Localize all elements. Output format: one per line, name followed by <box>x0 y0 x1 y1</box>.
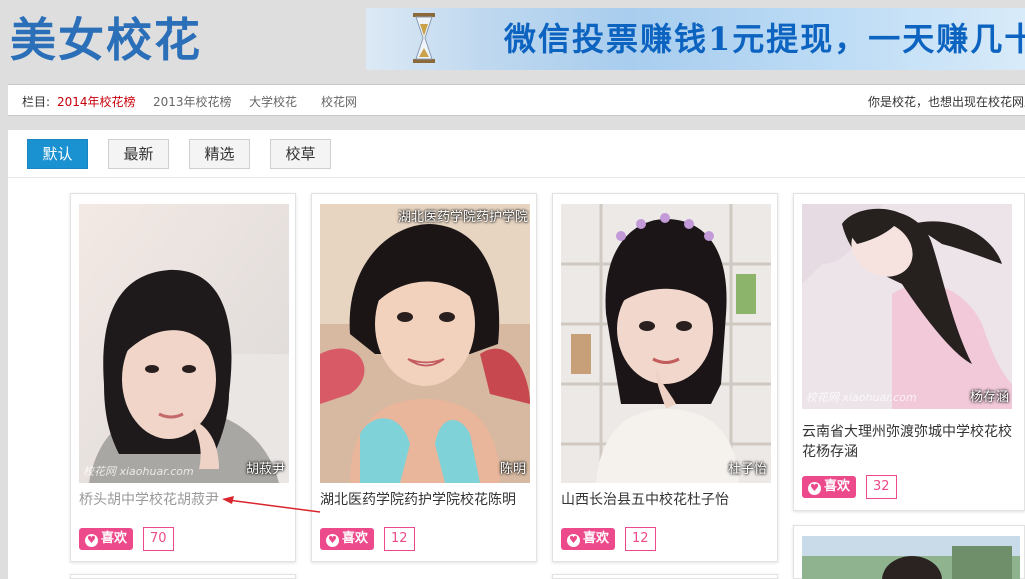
banner-text: 微信投票赚钱1元提现，一天赚几十元 <box>504 20 1025 58</box>
like-button[interactable]: ♥ 喜欢 <box>561 528 616 550</box>
photo-caption: 陈明 <box>499 462 526 477</box>
profile-photo[interactable]: 校花网 xiaohuar.com <box>802 204 1012 409</box>
profile-card[interactable] <box>552 574 778 579</box>
like-button[interactable]: ♥ 喜欢 <box>79 528 134 550</box>
filter-featured-button[interactable]: 精选 <box>189 139 250 169</box>
category-nav: 栏目: 2014年校花榜 2013年校花榜 大学校花 校花网 你是校花，也想出现… <box>8 84 1025 116</box>
profile-card[interactable] <box>70 574 296 579</box>
annotation-arrow <box>222 496 321 513</box>
like-label: 喜欢 <box>101 531 128 546</box>
profile-card[interactable]: 杜子怡 山西长治县五中校花杜子怡 ♥ 喜欢 12 <box>552 193 778 562</box>
nav-item-xiaohuawang[interactable]: 校花网 <box>321 93 357 110</box>
nav-promo-text[interactable]: 你是校花，也想出现在校花网上 <box>868 93 1025 110</box>
filter-default-button[interactable]: 默认 <box>27 139 88 169</box>
profile-card[interactable]: 湖北医药学院药护学院 陈明 湖北医药学院药护学院校花陈明 ♥ 喜欢 12 <box>311 193 537 562</box>
like-count: 70 <box>143 527 174 551</box>
profile-photo[interactable]: 湖北医药学院药护学院 陈明 <box>320 204 530 483</box>
card-title[interactable]: 云南省大理州弥渡弥城中学校花校花杨存涵 <box>802 422 1016 462</box>
like-button[interactable]: ♥ 喜欢 <box>320 528 375 550</box>
site-logo[interactable]: 美女校花 <box>10 12 202 68</box>
like-count: 12 <box>384 527 415 551</box>
like-button[interactable]: ♥ 喜欢 <box>802 476 857 498</box>
like-label: 喜欢 <box>824 479 851 494</box>
profile-card[interactable]: 校花网 xiaohuar.com 杨存涵 云南省大理州弥渡弥城中学校花校花杨存涵… <box>793 193 1025 511</box>
photo-watermark: 校花网 xiaohuar.com <box>806 391 917 404</box>
heart-icon: ♥ <box>85 534 98 547</box>
site-header: 美女校花 微信投票赚钱1元提现，一天赚几十元 <box>0 0 1025 82</box>
like-count: 12 <box>625 527 656 551</box>
profile-photo[interactable]: 杜子怡 <box>561 204 771 483</box>
nav-label: 栏目: <box>22 95 51 109</box>
like-count: 32 <box>866 475 897 499</box>
heart-icon: ♥ <box>326 534 339 547</box>
card-title[interactable]: 山西长治县五中校花杜子怡 <box>561 490 771 510</box>
photo-caption: 杜子怡 <box>727 462 767 477</box>
heart-icon: ♥ <box>567 534 580 547</box>
photo-top-caption: 湖北医药学院药护学院 <box>397 210 528 225</box>
profile-card[interactable] <box>793 525 1025 579</box>
heart-icon: ♥ <box>808 482 821 495</box>
filter-latest-button[interactable]: 最新 <box>108 139 169 169</box>
photo-caption: 杨存涵 <box>970 390 1010 405</box>
like-label: 喜欢 <box>342 531 369 546</box>
hourglass-icon <box>413 13 435 63</box>
nav-item-university[interactable]: 大学校花 <box>249 93 297 110</box>
card-title[interactable]: 湖北医药学院药护学院校花陈明 <box>320 490 530 510</box>
filter-bar: 默认 最新 精选 校草 <box>8 130 1025 178</box>
nav-item-2013[interactable]: 2013年校花榜 <box>153 93 232 110</box>
ad-banner[interactable]: 微信投票赚钱1元提现，一天赚几十元 <box>366 8 1025 70</box>
photo-caption: 胡菽尹 <box>245 462 285 477</box>
photo-watermark: 校花网 xiaohuar.com <box>83 465 194 478</box>
nav-item-2014[interactable]: 2014年校花榜 <box>57 93 136 110</box>
like-label: 喜欢 <box>583 531 610 546</box>
profile-photo[interactable]: 校花网 xiaohuar.com 胡菽尹 <box>79 204 289 483</box>
profile-photo[interactable] <box>802 536 1020 579</box>
filter-xiaocao-button[interactable]: 校草 <box>270 139 331 169</box>
